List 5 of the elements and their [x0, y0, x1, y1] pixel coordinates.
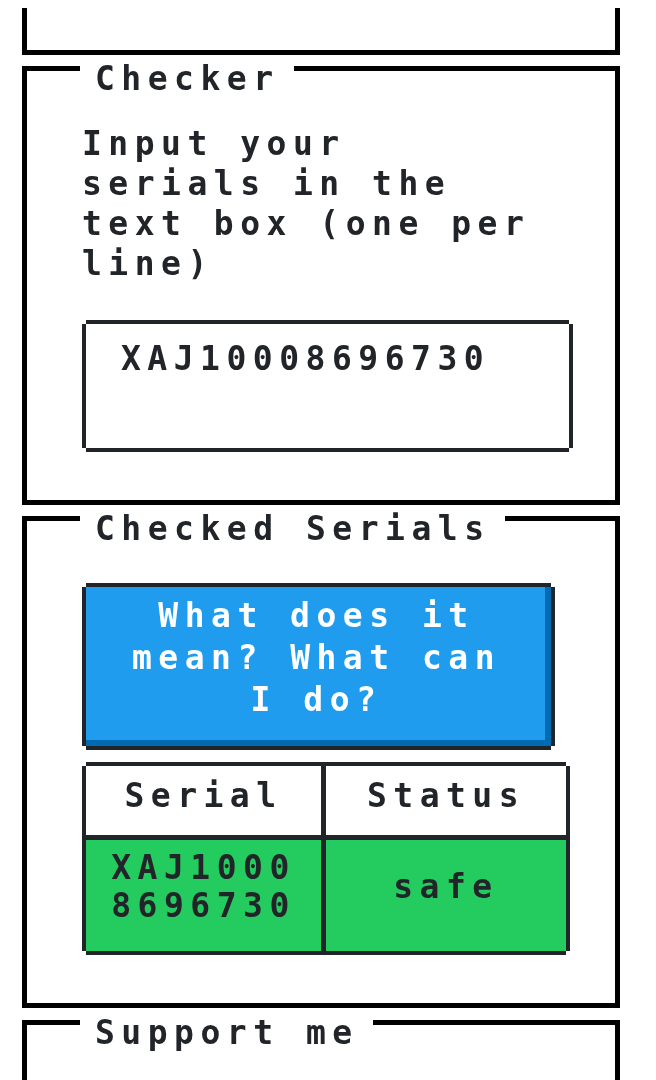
instructions-text: Input your serials in the text box (one per line)	[82, 124, 532, 284]
serials-field[interactable]: XAJ10008696730	[82, 320, 573, 452]
table-cell: safe	[326, 840, 566, 951]
column-header: Serial	[86, 766, 326, 840]
table-cell: XAJ10008696730	[86, 840, 326, 951]
